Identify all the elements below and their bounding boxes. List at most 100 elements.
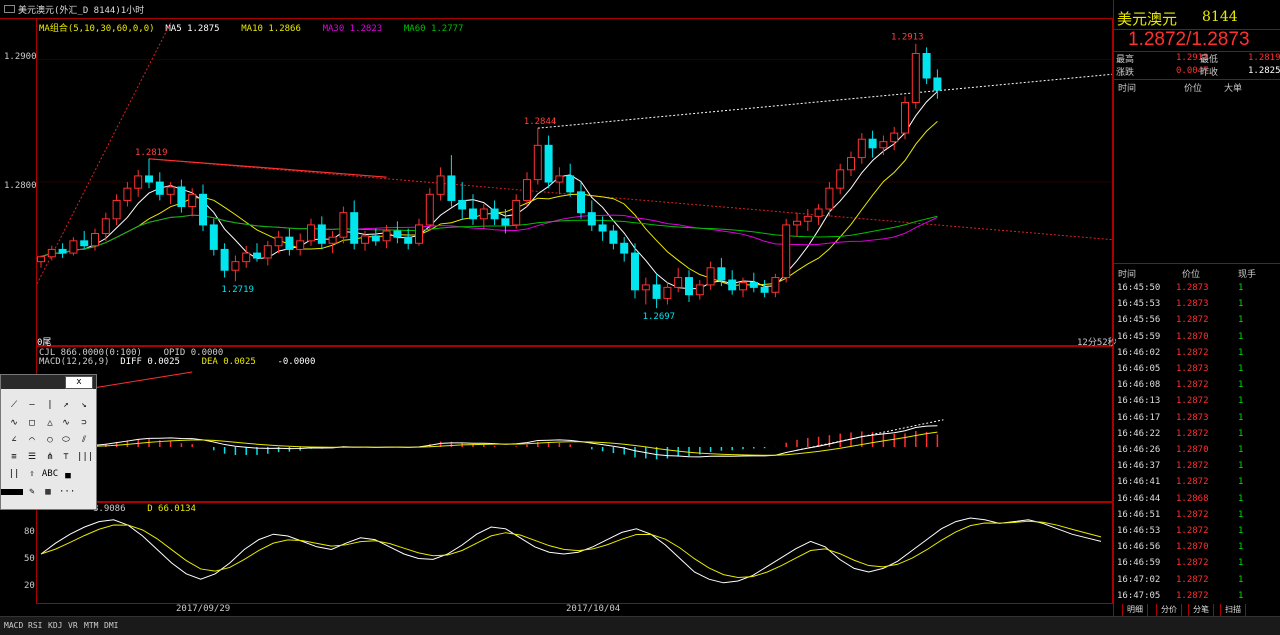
rectangle-tool-icon[interactable]: □ bbox=[25, 417, 39, 430]
candle-body bbox=[512, 199, 521, 226]
angle-tool-icon[interactable]: ∠ bbox=[7, 434, 21, 447]
tab-mtm[interactable]: MTM bbox=[84, 621, 98, 630]
hline-tool-icon[interactable]: — bbox=[25, 399, 39, 412]
candle-body bbox=[523, 179, 531, 201]
macd-pane[interactable]: CJL 866.0000(0:100) OPID 0.0000 MACD(12,… bbox=[36, 346, 1113, 502]
circle-tool-icon[interactable]: ○ bbox=[43, 434, 57, 447]
big-order-header-volume: 大单 bbox=[1224, 84, 1243, 94]
price-annotation: 1.2913 bbox=[891, 33, 924, 43]
fan-tool-icon[interactable]: ⫽ bbox=[77, 434, 91, 447]
candle-body bbox=[847, 157, 855, 171]
trendline bbox=[537, 73, 1112, 129]
tick-header-volume: 现手 bbox=[1238, 270, 1257, 280]
window-icon[interactable] bbox=[4, 5, 15, 13]
candle-body bbox=[555, 175, 564, 183]
kdj-chart-svg bbox=[40, 517, 1102, 584]
line-tool-icon[interactable]: ⟋ bbox=[7, 399, 21, 412]
polyline-tool-icon[interactable]: ∿ bbox=[7, 417, 21, 430]
more-tools-icon[interactable]: ··· bbox=[59, 486, 75, 499]
channel-tool-icon[interactable]: ☰ bbox=[25, 451, 39, 464]
vline-tool-icon[interactable]: | bbox=[43, 399, 57, 412]
tab-rsi[interactable]: RSI bbox=[28, 621, 42, 630]
pen-tool-icon[interactable]: ✎ bbox=[25, 486, 39, 499]
candle-body bbox=[814, 208, 823, 217]
ellipse-tool-icon[interactable]: ⬭ bbox=[59, 434, 73, 447]
tick-time: 16:46:05 bbox=[1117, 364, 1161, 374]
tick-time: 16:45:53 bbox=[1117, 299, 1161, 310]
tab-dmi[interactable]: DMI bbox=[104, 621, 118, 630]
candle-body bbox=[296, 240, 305, 250]
tick-price: 1.2872 bbox=[1176, 315, 1209, 326]
bars-tool-icon[interactable]: || bbox=[7, 468, 21, 481]
candle-body bbox=[155, 181, 164, 195]
up-arrow-tool-icon[interactable]: ⇧ bbox=[25, 468, 39, 481]
date-label: 2017/09/29 bbox=[176, 604, 231, 614]
tick-time: 16:46:59 bbox=[1117, 558, 1161, 569]
tick-list[interactable]: 16:45:50 1.2873 1 16:45:53 1.2873 1 16:45:56 1.… bbox=[1114, 280, 1280, 604]
candle-body bbox=[695, 284, 704, 296]
big-order-header-price: 价位 bbox=[1184, 84, 1203, 94]
tab-macd[interactable]: MACD bbox=[4, 621, 23, 630]
ma-line-60 bbox=[40, 214, 938, 258]
candle-body bbox=[37, 256, 45, 263]
tab-kdj[interactable]: KDJ bbox=[48, 621, 62, 630]
candle-body bbox=[836, 169, 845, 189]
triangle-tool-icon[interactable]: △ bbox=[43, 417, 57, 430]
candle-body bbox=[145, 175, 153, 183]
tick-row: 16:45:50 1.2873 1 bbox=[1114, 280, 1280, 296]
tab-vr[interactable]: VR bbox=[68, 621, 78, 630]
prev-close-label: 昨收 bbox=[1200, 68, 1219, 78]
tick-header-price: 价位 bbox=[1182, 270, 1201, 280]
prev-close-value: 1.2825 bbox=[1248, 66, 1280, 76]
ma-line-30 bbox=[40, 214, 938, 258]
gann-tool-icon[interactable]: ⋔ bbox=[43, 451, 57, 464]
cycle-tool-icon[interactable]: ||| bbox=[77, 451, 93, 464]
trendline bbox=[148, 158, 387, 178]
candle-body bbox=[760, 286, 769, 293]
price-axis-label: 1.2900 bbox=[4, 52, 37, 62]
arc2-tool-icon[interactable]: ⌒ bbox=[25, 434, 39, 447]
candle-body bbox=[803, 215, 812, 222]
tick-time: 16:46:51 bbox=[1117, 509, 1161, 520]
arc-tool-icon[interactable]: ⊃ bbox=[77, 417, 91, 430]
candle-body bbox=[91, 232, 99, 247]
wave-tool-icon[interactable]: ∿ bbox=[59, 417, 73, 430]
tick-volume: 1 bbox=[1238, 542, 1244, 553]
chart-tool-icon[interactable]: ▄ bbox=[61, 468, 75, 481]
low-value: 1.2819 bbox=[1248, 53, 1280, 63]
ray-tool-icon[interactable]: ↘ bbox=[77, 399, 91, 412]
kdj-pane[interactable]: 8.9086 D 66.0134 bbox=[36, 502, 1113, 604]
tick-time: 16:47:05 bbox=[1117, 590, 1161, 601]
date-label: 2017/10/04 bbox=[566, 604, 621, 614]
color-tool-icon[interactable]: ▦ bbox=[41, 486, 55, 499]
tick-volume: 1 bbox=[1238, 380, 1244, 391]
arrow-tool-icon[interactable]: ↗ bbox=[59, 399, 73, 412]
tick-time: 16:45:50 bbox=[1117, 283, 1161, 293]
trendline bbox=[148, 158, 1112, 241]
candle-body bbox=[404, 236, 413, 244]
fib-tool-icon[interactable]: ≡ bbox=[7, 451, 21, 464]
candle-body bbox=[371, 235, 380, 242]
tick-price: 1.2873 bbox=[1176, 364, 1209, 374]
price-pane[interactable]: MA组合(5,10,30,60,0,0) MA5 1.2875 MA10 1.2… bbox=[36, 18, 1117, 348]
chart-title-bar: 美元澳元(外汇_D 8144)1小时 bbox=[0, 0, 1113, 19]
low-label: 最低 bbox=[1200, 55, 1219, 65]
line-style-swatch[interactable] bbox=[1, 489, 23, 495]
tick-time: 16:47:02 bbox=[1117, 574, 1161, 585]
candle-body bbox=[490, 208, 499, 220]
candle-body bbox=[598, 224, 607, 232]
candle-body bbox=[69, 240, 78, 254]
candle-body bbox=[425, 193, 434, 226]
tick-time: 16:45:59 bbox=[1117, 331, 1161, 342]
candle-body bbox=[101, 218, 110, 234]
price-annotation: 1.2819 bbox=[135, 148, 168, 158]
tick-row: 16:46:41 1.2872 1 bbox=[1114, 474, 1280, 490]
tick-row: 16:45:59 1.2870 1 bbox=[1114, 329, 1280, 345]
period-tool-icon[interactable]: ⊤ bbox=[59, 451, 73, 464]
tick-price: 1.2873 bbox=[1176, 283, 1209, 293]
toolbox-close-button[interactable]: x bbox=[65, 376, 93, 389]
candle-body bbox=[80, 240, 89, 247]
text-tool-button[interactable]: ABC bbox=[39, 468, 61, 481]
quote-panel: 美元澳元 8144 1.2872/1.2873 最高 1.2913 最低 1.2… bbox=[1113, 0, 1280, 617]
candle-body bbox=[739, 281, 747, 291]
